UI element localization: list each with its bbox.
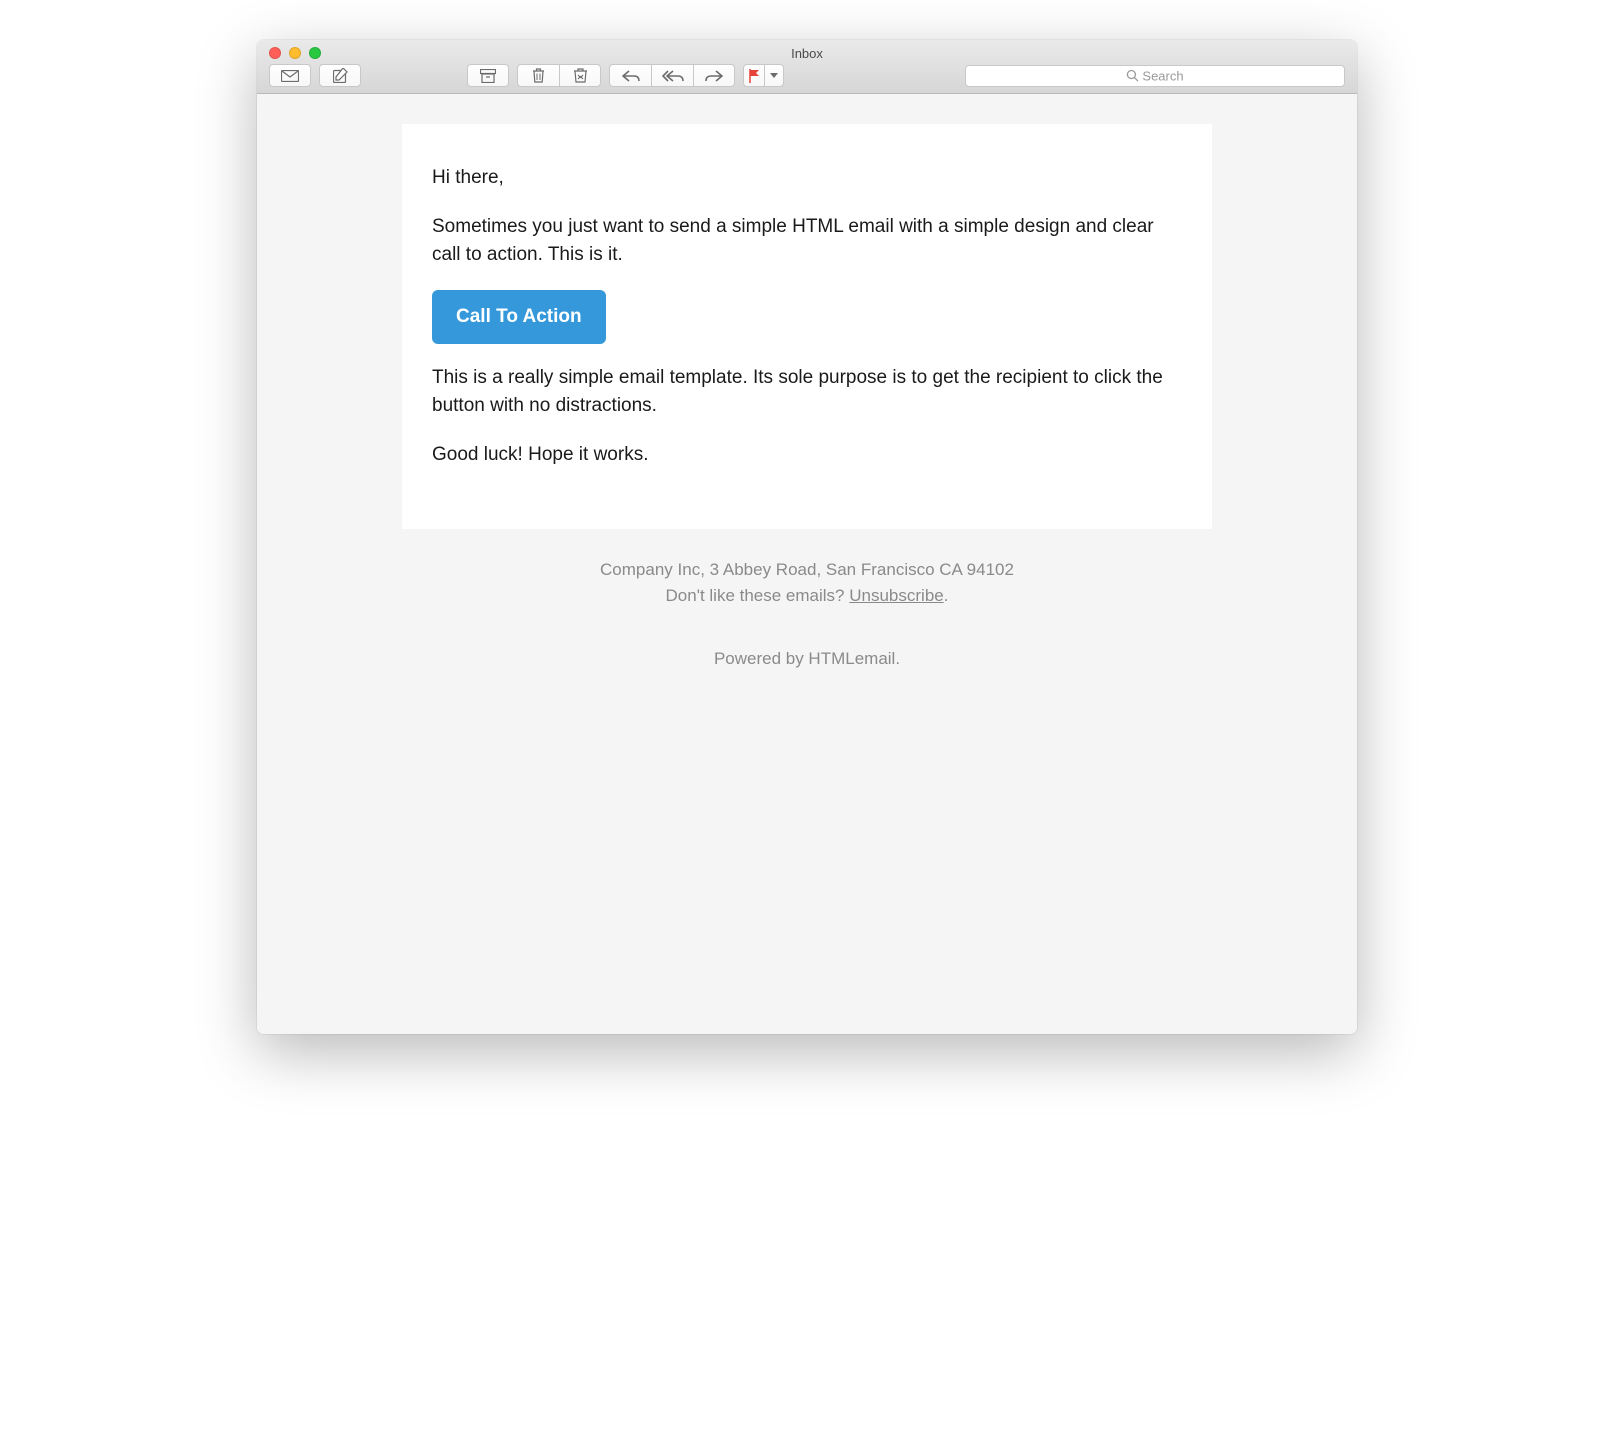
close-window-button[interactable] [269, 47, 281, 59]
email-body: Hi there, Sometimes you just want to sen… [402, 124, 1212, 529]
reply-all-button[interactable] [651, 64, 693, 87]
forward-icon [705, 70, 723, 82]
junk-button[interactable] [559, 64, 601, 87]
compose-icon [333, 68, 348, 83]
chevron-down-icon [770, 73, 778, 78]
email-intro: Sometimes you just want to send a simple… [432, 213, 1182, 270]
flag-menu-button[interactable] [764, 64, 784, 87]
message-viewer: Hi there, Sometimes you just want to sen… [257, 94, 1357, 1034]
email-signoff: Good luck! Hope it works. [432, 441, 1182, 470]
reply-icon [622, 70, 640, 82]
titlebar: Inbox [257, 40, 1357, 94]
footer-powered-by: Powered by HTMLemail. [257, 646, 1357, 672]
reply-button[interactable] [609, 64, 651, 87]
flag-button[interactable] [743, 64, 764, 87]
email-greeting: Hi there, [432, 164, 1182, 193]
trash-icon [532, 68, 545, 83]
compose-button[interactable] [319, 64, 361, 87]
delete-button[interactable] [517, 64, 559, 87]
archive-icon [480, 69, 496, 83]
envelope-icon [281, 70, 299, 82]
app-window: Inbox [257, 40, 1357, 1034]
window-title: Inbox [269, 46, 1345, 61]
junk-icon [573, 68, 588, 83]
footer-unsubscribe-line: Don't like these emails? Unsubscribe. [257, 583, 1357, 609]
toolbar: Search [257, 62, 1357, 93]
unsubscribe-link[interactable]: Unsubscribe [849, 586, 944, 605]
email-blurb: This is a really simple email template. … [432, 364, 1182, 421]
flag-icon [748, 69, 760, 83]
forward-button[interactable] [693, 64, 735, 87]
get-mail-button[interactable] [269, 64, 311, 87]
traffic-lights [269, 47, 321, 59]
minimize-window-button[interactable] [289, 47, 301, 59]
zoom-window-button[interactable] [309, 47, 321, 59]
email-footer: Company Inc, 3 Abbey Road, San Francisco… [257, 557, 1357, 672]
footer-company: Company Inc, 3 Abbey Road, San Francisco… [257, 557, 1357, 583]
search-input[interactable] [965, 65, 1345, 87]
search-field-container: Search [965, 65, 1345, 87]
cta-button[interactable]: Call To Action [432, 290, 606, 344]
footer-period: . [944, 586, 949, 605]
archive-button[interactable] [467, 64, 509, 87]
footer-dislike-text: Don't like these emails? [666, 586, 850, 605]
reply-all-icon [662, 70, 684, 82]
